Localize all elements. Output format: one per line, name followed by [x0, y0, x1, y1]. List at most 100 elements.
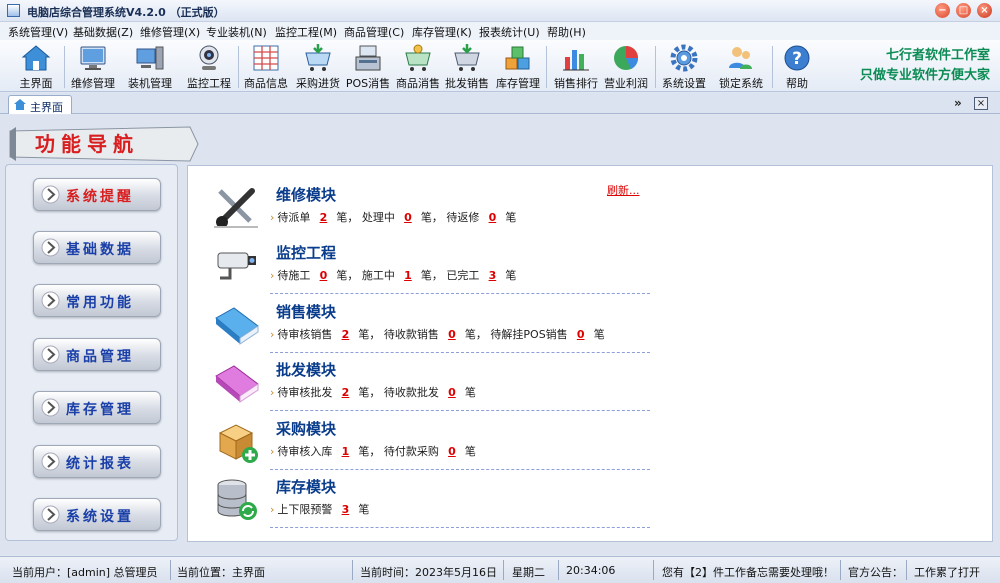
toolbar-settings-button[interactable]: 系统设置: [658, 42, 710, 90]
stat-value[interactable]: 0: [401, 211, 415, 224]
app-icon: [7, 4, 20, 17]
toolbar: 主界面 维修管理 装机管理 监控工程 商品信息 采购进货 POS消售 商品消售 …: [0, 40, 1000, 92]
brand-slogan: 七行者软件工作室 只做专业软件方便大家: [859, 48, 990, 83]
chevron-right-icon: [41, 345, 60, 364]
stat-value[interactable]: 0: [316, 269, 330, 282]
grid-icon: [253, 45, 279, 71]
divider: [270, 410, 650, 411]
divider: [270, 527, 650, 528]
cart-in-icon: [305, 44, 331, 71]
status-user: 当前用户：[admin] 总管理员: [12, 566, 158, 579]
divider: [270, 293, 650, 294]
cart-wholesale-icon: [454, 44, 480, 71]
blue-book-icon: [215, 307, 259, 345]
menu-bar: 系统管理(V) 基础数据(Z) 维修管理(X) 专业装机(N) 监控工程(M) …: [0, 22, 1000, 40]
menu-repair[interactable]: 维修管理(X): [140, 24, 200, 40]
window-title: 电脑店综合管理系统V4.2.0 （正式版）: [27, 6, 225, 19]
nav-button-basic-data[interactable]: 基础数据: [33, 231, 161, 264]
module-purchase: 采购模块 › 待审核入库 1 笔， 待付款采购 0 笔: [188, 415, 994, 473]
menu-help[interactable]: 帮助(H): [547, 24, 586, 40]
menu-assembly[interactable]: 专业装机(N): [206, 24, 267, 40]
toolbar-lock-button[interactable]: 锁定系统: [715, 42, 767, 90]
menu-stock[interactable]: 库存管理(K): [412, 24, 472, 40]
menu-goods[interactable]: 商品管理(C): [344, 24, 404, 40]
home-icon: [21, 45, 51, 71]
toolbar-sales-rank-button[interactable]: 销售排行: [550, 42, 602, 90]
toolbar-profit-button[interactable]: 营业利润: [601, 42, 651, 90]
tab-scroll-icon[interactable]: »: [954, 96, 962, 110]
toolbar-assembly-button[interactable]: 装机管理: [124, 42, 176, 90]
nav-button-common-functions[interactable]: 常用功能: [33, 284, 161, 317]
help-icon: ?: [784, 45, 810, 71]
chevron-right-icon: [41, 185, 60, 204]
stat-value[interactable]: 1: [338, 445, 352, 458]
stat-value[interactable]: 2: [338, 386, 352, 399]
stat-value[interactable]: 3: [485, 269, 499, 282]
stat-value[interactable]: 2: [338, 328, 352, 341]
chevron-right-icon: [41, 238, 60, 257]
menu-system[interactable]: 系统管理(V): [8, 24, 68, 40]
stat-value[interactable]: 1: [401, 269, 415, 282]
module-title[interactable]: 销售模块: [276, 301, 336, 322]
stat-value[interactable]: 2: [316, 211, 330, 224]
module-title[interactable]: 维修模块: [276, 184, 336, 205]
cart-icon: [405, 44, 431, 71]
toolbar-wholesale-button[interactable]: 批发销售: [443, 42, 491, 90]
toolbar-pos-button[interactable]: POS消售: [345, 42, 391, 90]
module-title[interactable]: 批发模块: [276, 359, 336, 380]
tools-icon: [214, 188, 258, 228]
status-date: 当前时间：2023年5月16日: [360, 566, 497, 579]
status-location: 当前位置：主界面: [177, 566, 265, 579]
bar-chart-icon: [563, 50, 589, 71]
module-title[interactable]: 监控工程: [276, 242, 336, 263]
svg-text:?: ?: [792, 49, 802, 69]
menu-report[interactable]: 报表统计(U): [479, 24, 540, 40]
cctv-camera-icon: [217, 252, 256, 280]
divider: [270, 352, 650, 353]
home-icon: [14, 99, 26, 110]
refresh-link[interactable]: 刷新...: [607, 182, 640, 198]
toolbar-stock-button[interactable]: 库存管理: [494, 42, 542, 90]
stat-value[interactable]: 3: [338, 503, 352, 516]
toolbar-help-button[interactable]: ? 帮助: [776, 42, 818, 90]
stat-value[interactable]: 0: [485, 211, 499, 224]
toolbar-goods-sales-button[interactable]: 商品消售: [393, 42, 443, 90]
module-title[interactable]: 采购模块: [276, 418, 336, 439]
menu-basic-data[interactable]: 基础数据(Z): [73, 24, 133, 40]
toolbar-repair-button[interactable]: 维修管理: [66, 42, 120, 90]
status-weekday: 星期二: [512, 566, 545, 579]
pos-icon: [355, 45, 381, 71]
stat-value[interactable]: 0: [445, 386, 459, 399]
toolbar-home-button[interactable]: 主界面: [11, 42, 61, 90]
module-repair: 维修模块 › 待派单 2 笔， 处理中 0 笔， 待返修 0 笔: [188, 181, 994, 239]
module-stats: › 待施工 0 笔， 施工中 1 笔， 已完工 3 笔: [270, 269, 517, 282]
toolbar-goods-info-button[interactable]: 商品信息: [240, 42, 292, 90]
tab-home[interactable]: 主界面: [8, 95, 72, 114]
divider: [270, 469, 650, 470]
stat-value[interactable]: 0: [574, 328, 588, 341]
stat-value[interactable]: 0: [445, 445, 459, 458]
status-clock: 20:34:06: [566, 564, 616, 577]
nav-button-system-settings[interactable]: 系统设置: [33, 498, 161, 531]
menu-monitor[interactable]: 监控工程(M): [275, 24, 337, 40]
status-bar: 当前用户：[admin] 总管理员 当前位置：主界面 当前时间：2023年5月1…: [0, 556, 1000, 583]
nav-button-system-reminder[interactable]: 系统提醒: [33, 178, 161, 211]
nav-button-goods-management[interactable]: 商品管理: [33, 338, 161, 371]
module-stats: › 待审核销售 2 笔， 待收款销售 0 笔， 待解挂POS销售 0 笔: [270, 328, 605, 341]
toolbar-purchase-button[interactable]: 采购进货: [292, 42, 344, 90]
close-button[interactable]: ×: [977, 3, 992, 18]
nav-button-stock-management[interactable]: 库存管理: [33, 391, 161, 424]
stat-value[interactable]: 0: [445, 328, 459, 341]
module-stats: › 待审核批发 2 笔， 待收款批发 0 笔: [270, 386, 476, 399]
toolbar-monitor-button[interactable]: 监控工程: [183, 42, 235, 90]
module-wholesale: 批发模块 › 待审核批发 2 笔， 待收款批发 0 笔: [188, 356, 994, 414]
box-add-icon: [218, 424, 258, 463]
minimize-button[interactable]: −: [935, 3, 950, 18]
tab-close-icon[interactable]: ×: [974, 97, 988, 110]
tab-strip: 主界面: [0, 93, 1000, 114]
status-announcement-text[interactable]: 工作累了打开: [914, 564, 980, 580]
maximize-button[interactable]: □: [956, 3, 971, 18]
status-memo-notice[interactable]: 您有【2】件工作备忘需要处理哦！: [662, 564, 834, 580]
nav-button-reports[interactable]: 统计报表: [33, 445, 161, 478]
module-title[interactable]: 库存模块: [276, 476, 336, 497]
